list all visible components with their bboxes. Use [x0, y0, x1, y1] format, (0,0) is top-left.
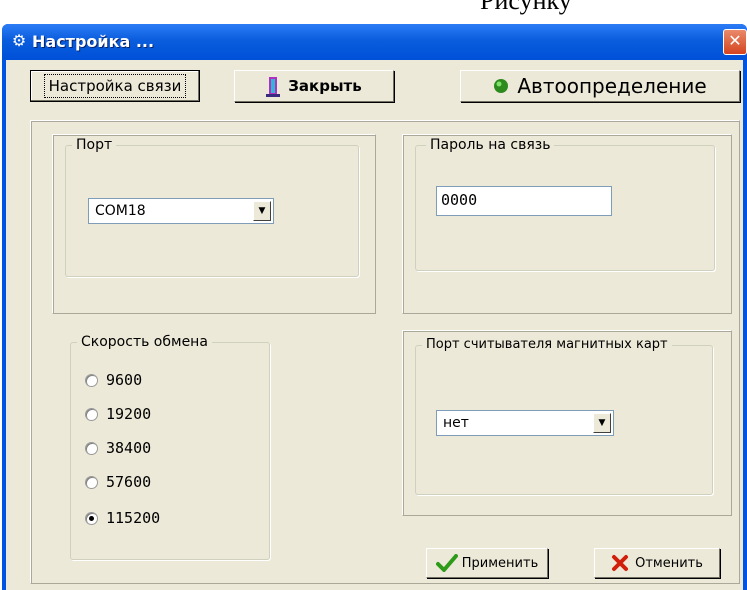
- page-header-text: Рисунку: [480, 0, 572, 15]
- password-legend: Пароль на связь: [426, 137, 555, 153]
- speed-option-label: 115200: [106, 509, 161, 527]
- radio-button-checked[interactable]: [85, 511, 98, 525]
- radio-button[interactable]: [85, 475, 98, 489]
- port-panel: Порт COM18 ▼: [52, 134, 376, 314]
- apply-button[interactable]: Применить: [426, 548, 548, 578]
- settings-window: ⚙ Настройка ... ✕ Настройка связи Закрыт…: [2, 24, 747, 590]
- speed-legend: Скорость обмена: [77, 334, 212, 350]
- speed-option-19200[interactable]: 19200: [85, 405, 151, 423]
- exit-door-icon: [266, 77, 281, 97]
- autodetect-button[interactable]: Автоопределение: [460, 70, 740, 102]
- speed-option-57600[interactable]: 57600: [85, 473, 151, 491]
- speed-option-115200[interactable]: 115200: [85, 509, 160, 527]
- apply-button-label: Применить: [461, 555, 539, 571]
- port-legend: Порт: [72, 137, 117, 153]
- close-button[interactable]: Закрыть: [234, 70, 394, 102]
- port-select-value: COM18: [95, 203, 146, 219]
- speed-option-9600[interactable]: 9600: [85, 371, 142, 389]
- chevron-down-icon[interactable]: ▼: [253, 201, 271, 221]
- speed-option-38400[interactable]: 38400: [85, 439, 151, 457]
- tab-connection-settings[interactable]: Настройка связи: [30, 70, 200, 102]
- card-reader-panel: Порт считывателя магнитных карт нет ▼: [402, 330, 732, 516]
- window-title: Настройка ...: [32, 32, 155, 51]
- port-group: Порт COM18 ▼: [65, 137, 359, 277]
- client-area: Настройка связи Закрыть Автоопределение …: [6, 60, 743, 590]
- password-panel: Пароль на связь 0000: [402, 134, 732, 314]
- cancel-button-label: Отменить: [635, 555, 703, 571]
- speed-option-label: 9600: [106, 371, 143, 389]
- speed-option-label: 38400: [106, 439, 152, 457]
- radio-button[interactable]: [85, 373, 98, 387]
- chevron-down-icon[interactable]: ▼: [593, 413, 611, 433]
- speed-option-label: 19200: [106, 405, 152, 423]
- autodetect-label: Автоопределение: [517, 74, 707, 98]
- page-header: Рисунку: [0, 0, 747, 24]
- card-reader-select-value: нет: [443, 415, 469, 431]
- cancel-button[interactable]: Отменить: [594, 548, 720, 578]
- speed-option-label: 57600: [106, 473, 152, 491]
- password-input[interactable]: 0000: [436, 186, 612, 216]
- gear-icon: ⚙: [11, 33, 27, 50]
- speed-group: Скорость обмена 9600 19200 38400 57600 1…: [70, 334, 270, 560]
- password-group: Пароль на связь 0000: [415, 137, 715, 271]
- card-reader-select[interactable]: нет ▼: [436, 410, 614, 436]
- red-x-icon: [612, 555, 629, 571]
- checkmark-icon: [435, 554, 458, 572]
- close-button-label: Закрыть: [288, 77, 362, 95]
- radio-button[interactable]: [85, 441, 98, 455]
- port-select[interactable]: COM18 ▼: [88, 198, 274, 224]
- green-dot-icon: [494, 79, 509, 93]
- title-bar: ⚙ Настройка ... ✕: [2, 24, 747, 60]
- card-reader-legend: Порт считывателя магнитных карт: [422, 337, 672, 352]
- tab-connection-label: Настройка связи: [43, 74, 187, 98]
- radio-button[interactable]: [85, 407, 98, 421]
- card-reader-group: Порт считывателя магнитных карт нет ▼: [415, 337, 713, 495]
- close-window-button[interactable]: ✕: [723, 29, 747, 55]
